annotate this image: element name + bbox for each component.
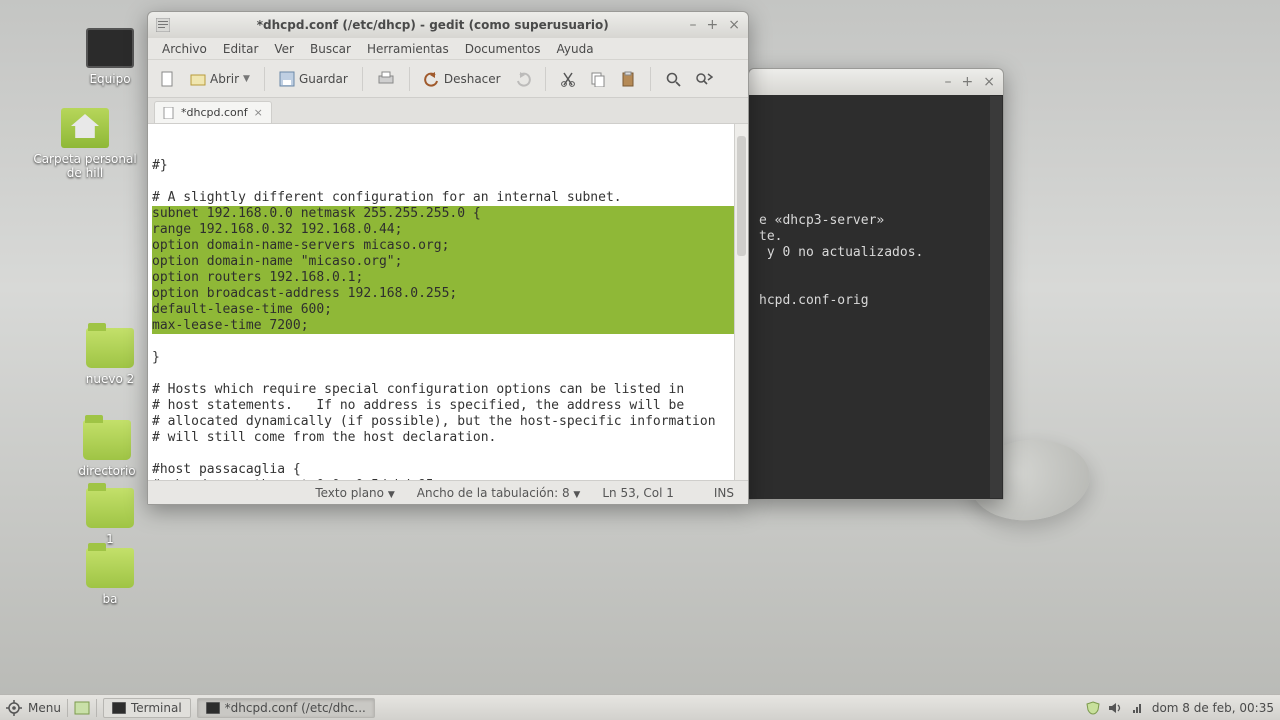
paste-button[interactable]	[614, 67, 642, 91]
new-file-button[interactable]	[154, 67, 182, 91]
terminal-scrollbar[interactable]	[990, 96, 1002, 498]
open-button[interactable]: Abrir▼	[184, 67, 256, 91]
window-icon	[206, 702, 220, 714]
taskbar-item[interactable]: Terminal	[103, 698, 191, 718]
copy-button[interactable]	[584, 67, 612, 91]
chevron-down-icon: ▼	[243, 74, 250, 84]
menu-ayuda[interactable]: Ayuda	[550, 40, 599, 58]
search-button[interactable]	[659, 67, 687, 91]
monitor-icon	[86, 28, 134, 68]
folder-icon	[86, 328, 134, 368]
desktop-icon-label: ba	[55, 592, 165, 606]
tab-close-icon[interactable]: ×	[254, 106, 263, 119]
menu-ver[interactable]: Ver	[268, 40, 300, 58]
gear-icon[interactable]	[6, 700, 22, 716]
gedit-window[interactable]: *dhcpd.conf (/etc/dhcp) - gedit (como su…	[147, 11, 749, 505]
chevron-down-icon: ▼	[573, 490, 580, 500]
print-button[interactable]	[371, 67, 401, 91]
gedit-statusbar: Texto plano ▼ Ancho de la tabulación: 8 …	[148, 480, 748, 504]
desktop-icon-label: 1	[55, 532, 165, 546]
save-button[interactable]: Guardar	[273, 67, 354, 91]
tab-label: *dhcpd.conf	[181, 106, 248, 119]
gedit-titlebar[interactable]: *dhcpd.conf (/etc/dhcp) - gedit (como su…	[148, 12, 748, 38]
desktop-icon-directorio[interactable]: directorio	[52, 420, 162, 478]
volume-icon[interactable]	[1108, 701, 1122, 715]
minimize-button[interactable]: –	[690, 17, 697, 33]
menu-buscar[interactable]: Buscar	[304, 40, 357, 58]
network-icon[interactable]	[1130, 701, 1144, 715]
close-button[interactable]: ×	[728, 17, 740, 33]
insert-mode: INS	[714, 486, 734, 500]
maximize-button[interactable]: +	[962, 74, 974, 90]
gedit-tabstrip: *dhcpd.conf ×	[148, 98, 748, 124]
terminal-body[interactable]: e «dhcp3-server» te. y 0 no actualizados…	[749, 95, 1003, 499]
taskbar-item[interactable]: *dhcpd.conf (/etc/dhc...	[197, 698, 375, 718]
desktop-icon-label: Carpeta personal de hill	[30, 152, 140, 181]
clock[interactable]: dom 8 de feb, 00:35	[1152, 701, 1274, 715]
gedit-editor[interactable]: #} # A slightly different configuration …	[148, 124, 748, 480]
menu-button[interactable]: Menu	[28, 701, 61, 715]
folder-icon	[86, 548, 134, 588]
folder-icon	[83, 420, 131, 460]
minimize-button[interactable]: –	[945, 74, 952, 90]
house-icon	[61, 108, 109, 148]
desktop-icon-ba[interactable]: ba	[55, 548, 165, 606]
window-icon	[112, 702, 126, 714]
menu-archivo[interactable]: Archivo	[156, 40, 213, 58]
gedit-title: *dhcpd.conf (/etc/dhcp) - gedit (como su…	[176, 18, 690, 32]
desktop-icon-label: directorio	[52, 464, 162, 478]
menu-documentos[interactable]: Documentos	[459, 40, 547, 58]
scrollbar-thumb[interactable]	[737, 136, 746, 256]
menu-editar[interactable]: Editar	[217, 40, 265, 58]
undo-button[interactable]: Deshacer	[418, 67, 507, 91]
document-icon	[163, 107, 175, 119]
menu-herramientas[interactable]: Herramientas	[361, 40, 455, 58]
folder-icon	[86, 488, 134, 528]
cursor-position: Ln 53, Col 1	[602, 486, 674, 500]
shield-icon[interactable]	[1086, 701, 1100, 715]
terminal-titlebar[interactable]: – + ×	[749, 69, 1003, 95]
terminal-window[interactable]: – + × e «dhcp3-server» te. y 0 no actual…	[748, 68, 1004, 500]
syntax-selector[interactable]: Texto plano ▼	[315, 486, 394, 500]
search-replace-button[interactable]	[689, 67, 719, 91]
gedit-tab[interactable]: *dhcpd.conf ×	[154, 101, 272, 123]
taskbar: Menu Terminal *dhcpd.conf (/etc/dhc... do…	[0, 694, 1280, 720]
tabwidth-selector[interactable]: Ancho de la tabulación: 8 ▼	[417, 486, 581, 500]
system-tray: dom 8 de feb, 00:35	[1086, 701, 1274, 715]
desktop-icon-carpeta-personal-de-hill[interactable]: Carpeta personal de hill	[30, 108, 140, 181]
editor-scrollbar[interactable]	[734, 124, 748, 480]
show-desktop-button[interactable]	[74, 701, 90, 715]
close-button[interactable]: ×	[983, 74, 995, 90]
gedit-app-icon	[156, 18, 170, 32]
redo-button[interactable]	[509, 67, 537, 91]
cut-button[interactable]	[554, 67, 582, 91]
gedit-toolbar: Abrir▼ Guardar Deshacer	[148, 60, 748, 98]
gedit-menubar[interactable]: ArchivoEditarVerBuscarHerramientasDocume…	[148, 38, 748, 60]
chevron-down-icon: ▼	[388, 490, 395, 500]
maximize-button[interactable]: +	[707, 17, 719, 33]
